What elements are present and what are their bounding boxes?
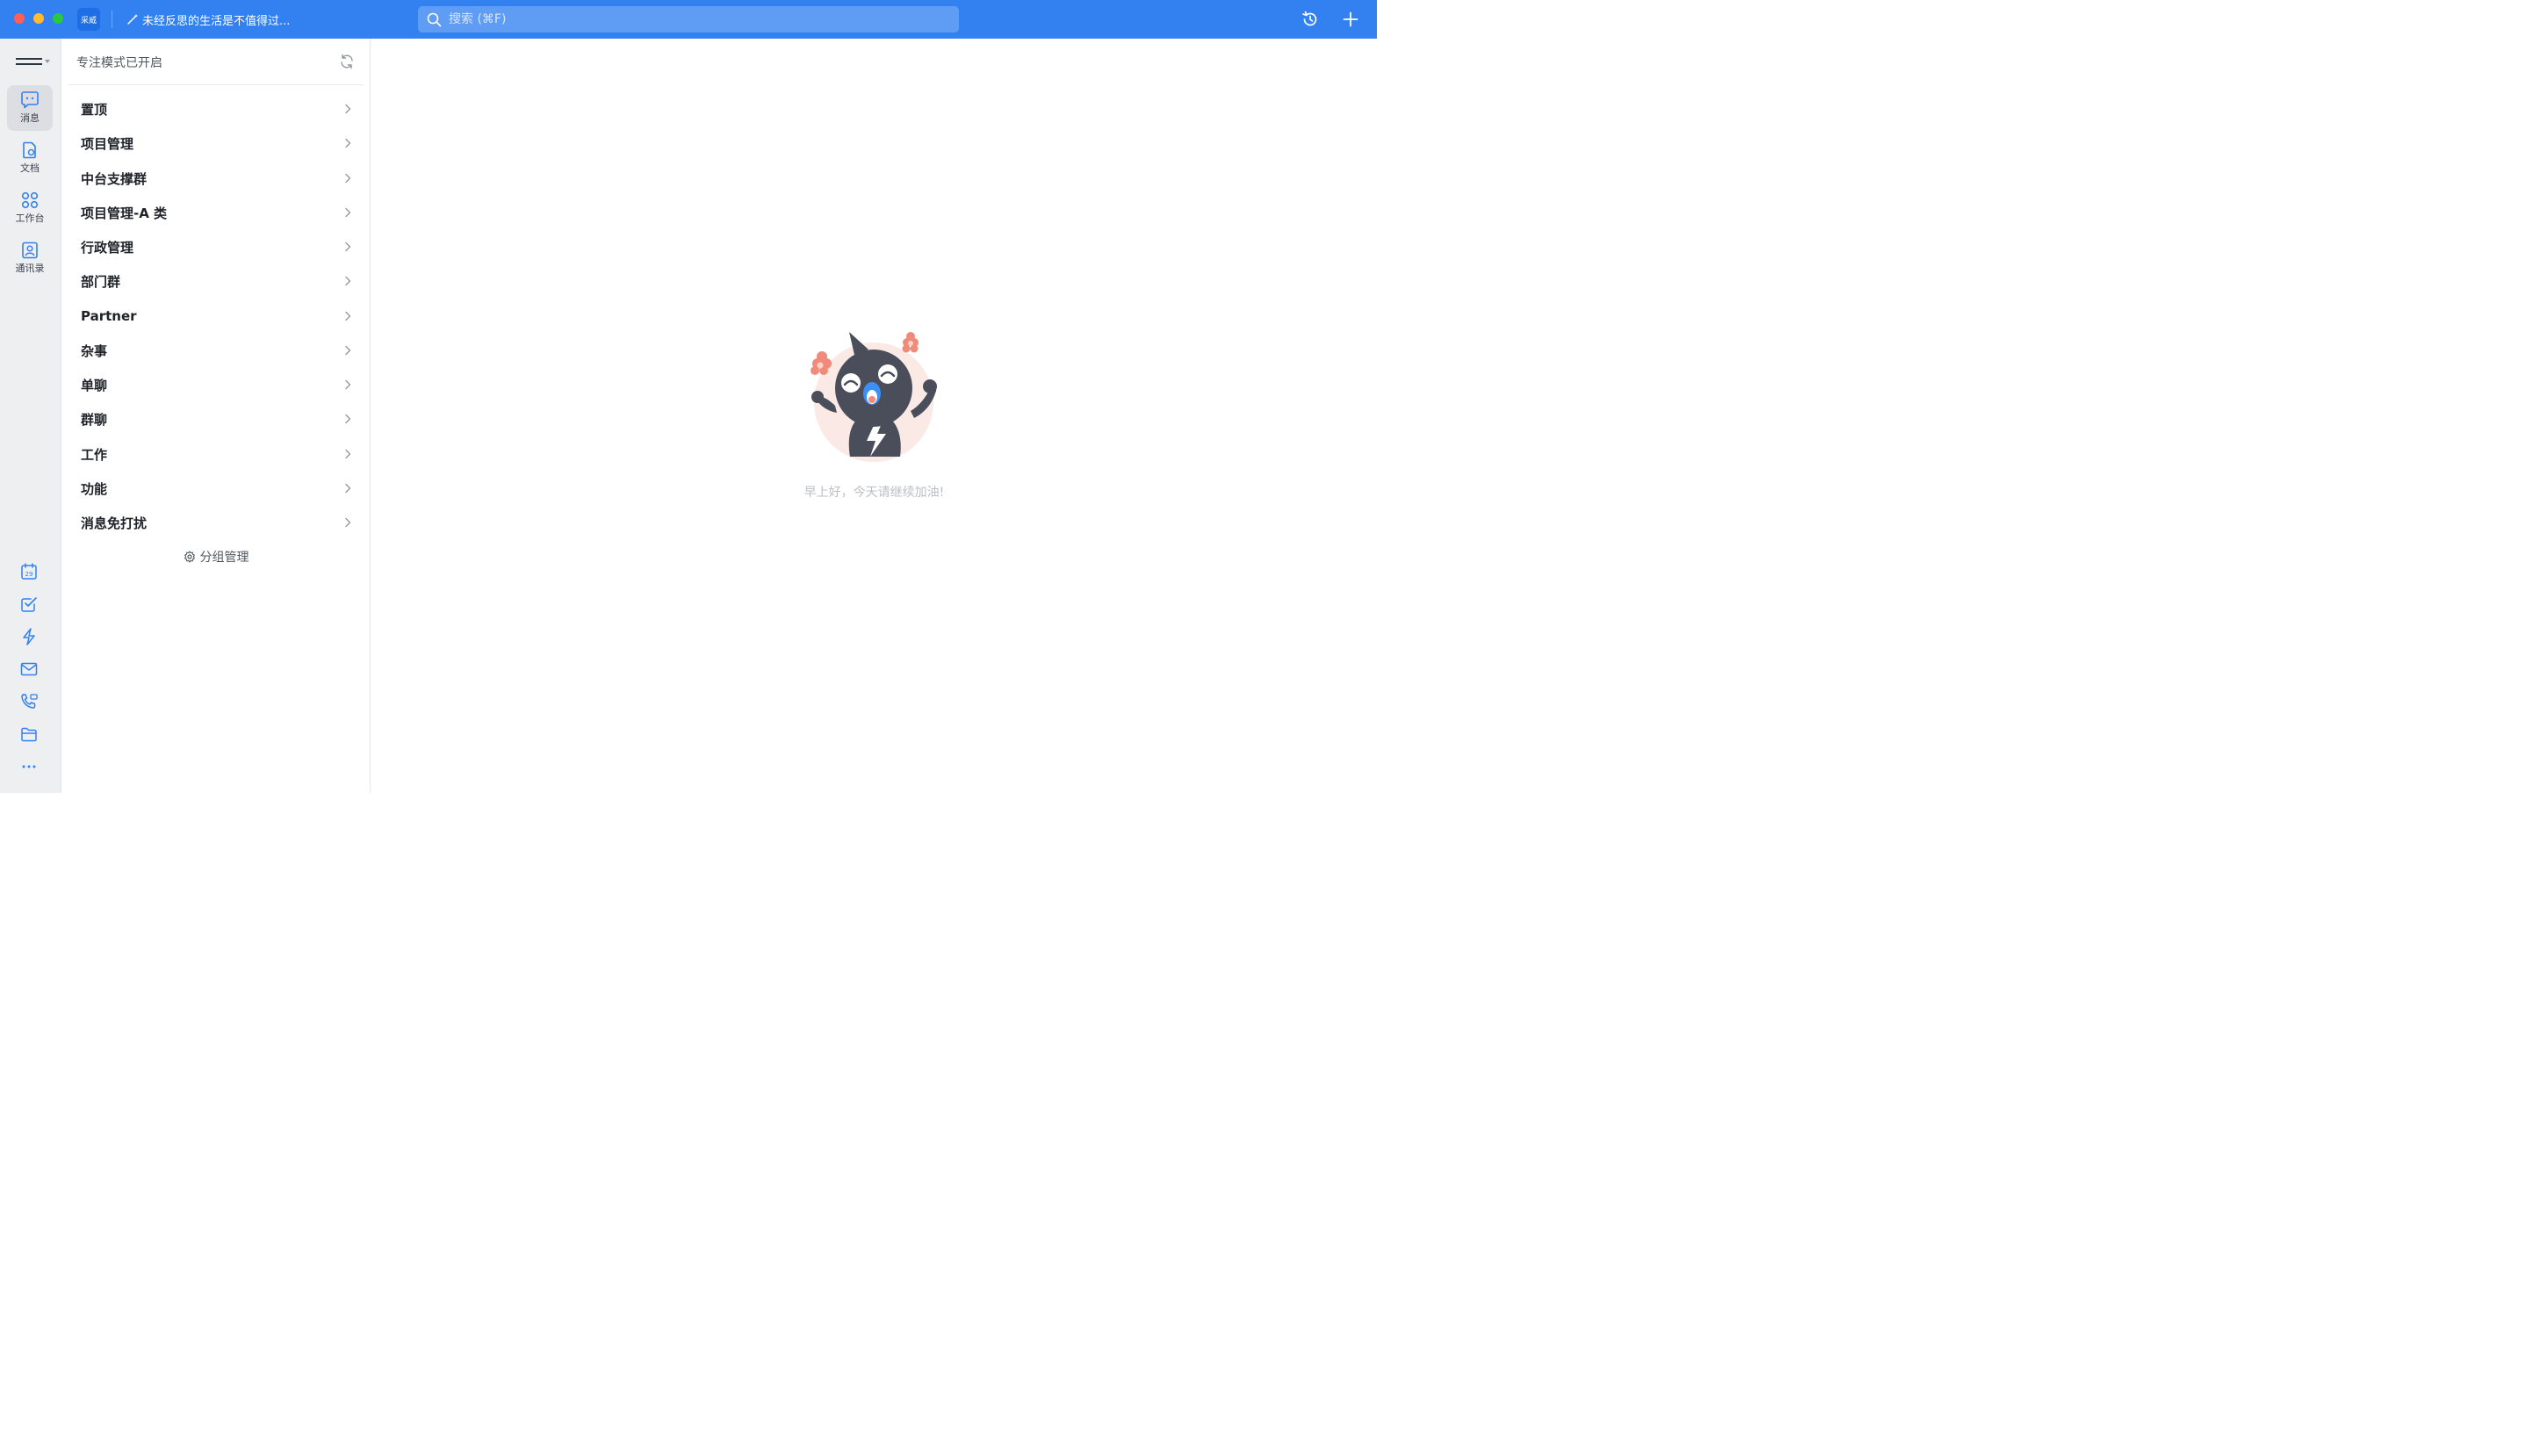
calendar-date: 29 [25, 571, 33, 578]
sidebar-item-contacts[interactable]: 通讯录 [7, 235, 53, 281]
lightning-icon [23, 628, 35, 645]
greeting-text: 早上好，今天请继续加油! [803, 486, 945, 500]
group-item-direct-chats[interactable]: 单聊 [61, 368, 371, 402]
focus-mode-text: 专注模式已开启 [76, 56, 162, 70]
chevron-right-icon [345, 449, 351, 458]
history-icon[interactable] [1301, 10, 1320, 29]
personal-signature[interactable]: 未经反思的生活是不值得过... [126, 11, 290, 28]
chevron-right-icon [345, 277, 351, 286]
doc-icon [23, 141, 36, 159]
chevron-right-icon [345, 241, 351, 252]
left-nav: 消息 文档 工作台 通讯录 29 [0, 39, 61, 793]
mail-button[interactable] [19, 660, 39, 679]
sidebar-item-label: 工作台 [15, 213, 45, 224]
group-name: 中台支撑群 [81, 170, 148, 187]
main-content: 早上好，今天请继续加油! [371, 39, 1377, 793]
group-panel: 专注模式已开启 置顶 项目管理 中台支撑群 项目管理-A 类 行政管理 部门群 … [61, 39, 371, 793]
calendar-button[interactable]: 29 [19, 562, 39, 581]
chevron-right-icon [345, 207, 351, 217]
group-name: 单聊 [81, 378, 108, 394]
group-item-administration[interactable]: 行政管理 [61, 230, 371, 264]
title-bar: 采威 未经反思的生活是不值得过... [0, 0, 1377, 39]
avatar-text: 采威 [80, 16, 97, 25]
search-icon [427, 12, 442, 26]
chevron-right-icon [345, 345, 351, 355]
contacts-icon [22, 241, 38, 259]
chevron-down-icon [45, 60, 50, 63]
group-item-features[interactable]: 功能 [61, 472, 371, 506]
mail-icon [20, 662, 38, 676]
minimize-window-button[interactable] [33, 13, 44, 24]
folder-button[interactable] [19, 724, 39, 744]
group-item-partner[interactable]: Partner [61, 299, 371, 334]
gear-icon [184, 551, 195, 563]
chevron-right-icon [345, 173, 351, 183]
message-icon [21, 91, 39, 109]
group-list: 置顶 项目管理 中台支撑群 项目管理-A 类 行政管理 部门群 Partner [61, 92, 371, 540]
todo-button[interactable] [19, 595, 39, 614]
sidebar-item-messages[interactable]: 消息 [7, 85, 53, 131]
group-item-muted[interactable]: 消息免打扰 [61, 506, 371, 540]
org-switcher[interactable] [16, 58, 50, 65]
chevron-right-icon [345, 139, 351, 148]
chevron-right-icon [345, 483, 351, 493]
zoom-window-button[interactable] [53, 13, 63, 24]
wand-icon [127, 14, 138, 25]
more-button[interactable] [19, 757, 39, 776]
group-item-project-management[interactable]: 项目管理 [61, 126, 371, 161]
group-name: 项目管理-A 类 [81, 205, 168, 221]
group-item-platform-support[interactable]: 中台支撑群 [61, 162, 371, 196]
chevron-right-icon [345, 379, 351, 390]
search-bar[interactable] [418, 6, 959, 32]
group-name: 项目管理 [81, 136, 134, 153]
sidebar-item-label: 消息 [20, 112, 40, 124]
plus-icon[interactable] [1341, 10, 1360, 29]
mascot-illustration [811, 332, 937, 462]
chevron-right-icon [345, 104, 351, 114]
org-logo [16, 58, 42, 65]
more-icon [22, 765, 36, 768]
search-input[interactable] [449, 12, 940, 26]
sidebar-item-docs[interactable]: 文档 [7, 135, 53, 181]
calendar-icon: 29 [21, 563, 37, 580]
close-window-button[interactable] [14, 13, 25, 24]
group-name: 部门群 [81, 274, 121, 291]
group-manage-label: 分组管理 [199, 551, 249, 565]
flower-right [902, 332, 919, 353]
chevron-right-icon [345, 311, 351, 321]
focus-mode-bar: 专注模式已开启 [68, 39, 364, 85]
lightning-button[interactable] [19, 627, 39, 646]
group-manage-button[interactable]: 分组管理 [61, 546, 371, 567]
refresh-icon[interactable] [338, 53, 356, 70]
group-item-misc[interactable]: 杂事 [61, 334, 371, 368]
chevron-right-icon [345, 414, 351, 424]
group-item-project-management-a[interactable]: 项目管理-A 类 [61, 196, 371, 230]
sidebar-item-workbench[interactable]: 工作台 [7, 185, 53, 231]
group-name: 杂事 [81, 342, 108, 359]
phone-button[interactable] [19, 692, 39, 711]
group-name: 消息免打扰 [81, 515, 148, 532]
group-item-work[interactable]: 工作 [61, 437, 371, 472]
group-item-pinned[interactable]: 置顶 [61, 92, 371, 126]
group-name: 功能 [81, 480, 108, 497]
sidebar-item-label: 文档 [20, 162, 40, 174]
group-item-group-chats[interactable]: 群聊 [61, 402, 371, 436]
group-name: 群聊 [81, 412, 108, 429]
group-name: Partner [81, 308, 137, 325]
group-item-department[interactable]: 部门群 [61, 264, 371, 299]
group-name: 行政管理 [81, 240, 134, 256]
phone-icon [21, 694, 38, 709]
signature-text: 未经反思的生活是不值得过... [142, 14, 291, 28]
folder-icon [21, 727, 37, 742]
avatar[interactable]: 采威 [77, 8, 100, 31]
chevron-right-icon [345, 517, 351, 528]
group-name: 工作 [81, 446, 108, 463]
group-name: 置顶 [81, 102, 108, 119]
sidebar-item-label: 通讯录 [15, 263, 45, 274]
todo-icon [21, 597, 37, 612]
workbench-icon [21, 191, 39, 209]
